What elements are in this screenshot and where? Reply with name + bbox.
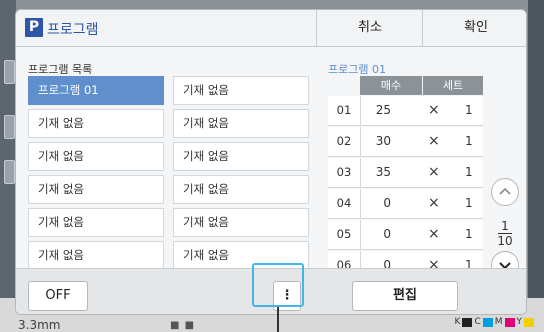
detail-row: 03 35 × 1 [328, 158, 483, 188]
ink-label-c: C [474, 317, 481, 327]
row-number: 04 [328, 189, 361, 218]
row-sets: 1 [465, 134, 473, 148]
program-item[interactable]: 기재 없음 [173, 76, 309, 105]
row-copies: 0 [383, 196, 391, 210]
row-sets: 1 [465, 103, 473, 117]
program-list-title: 프로그램 목록 [28, 63, 93, 76]
program-item[interactable]: 기재 없음 [173, 109, 309, 138]
times-icon: × [428, 195, 440, 211]
program-item[interactable]: 기재 없음 [28, 241, 164, 270]
row-copies: 30 [375, 134, 391, 148]
detail-row: 02 30 × 1 [328, 127, 483, 157]
confirm-button[interactable]: 확인 [422, 10, 526, 46]
program-item[interactable]: 기재 없음 [173, 142, 309, 171]
program-item[interactable]: 기재 없음 [173, 175, 309, 204]
program-item[interactable]: 기재 없음 [28, 142, 164, 171]
chevron-up-icon [499, 187, 511, 195]
ink-m [504, 317, 515, 327]
row-number: 02 [328, 127, 361, 156]
callout-pointer [277, 307, 279, 332]
row-copies: 25 [375, 103, 391, 117]
page-indicator: 1 10 [492, 219, 518, 248]
cancel-button[interactable]: 취소 [316, 10, 423, 46]
dialog-title: 프로그램 [47, 22, 99, 38]
times-icon: × [428, 133, 440, 149]
off-button[interactable]: OFF [28, 281, 88, 311]
detail-row: 04 0 × 1 [328, 189, 483, 219]
row-number: 05 [328, 220, 361, 249]
background-value: 3.3mm [18, 318, 61, 332]
row-sets: 1 [465, 196, 473, 210]
program-item[interactable]: 기재 없음 [28, 109, 164, 138]
times-icon: × [428, 102, 440, 118]
row-sets: 1 [465, 165, 473, 179]
row-sets: 1 [465, 227, 473, 241]
times-icon: × [428, 164, 440, 180]
ink-c [482, 317, 493, 327]
background-chip [4, 60, 15, 84]
dialog-header: P 프로그램 취소 확인 [16, 10, 526, 47]
program-item[interactable]: 프로그램 01 [28, 76, 164, 105]
sets-column-header: 세트 [423, 76, 483, 95]
background-right-panel [528, 0, 544, 300]
background-chip [4, 160, 15, 184]
program-item[interactable]: 기재 없음 [28, 208, 164, 237]
ink-level-bar: K C M Y [455, 317, 534, 327]
ink-label-y: Y [516, 317, 523, 327]
ink-y [524, 317, 534, 327]
more-options-highlight [252, 263, 304, 307]
row-copies: 35 [375, 165, 391, 179]
program-item[interactable]: 기재 없음 [173, 208, 309, 237]
row-number: 03 [328, 158, 361, 187]
detail-row: 05 0 × 1 [328, 220, 483, 250]
detail-row: 01 25 × 1 [328, 96, 483, 126]
background-chip [4, 115, 15, 139]
ink-label-m: M [494, 317, 503, 327]
scroll-up-button[interactable] [491, 178, 519, 206]
ink-label-k: K [454, 317, 461, 327]
program-detail-title: 프로그램 01 [328, 63, 386, 76]
background-dots: ■ ■ [170, 320, 196, 331]
row-number: 01 [328, 96, 361, 125]
edit-button[interactable]: 편집 [352, 281, 458, 311]
program-icon: P [25, 18, 43, 37]
ink-k [462, 317, 473, 327]
row-copies: 0 [383, 227, 391, 241]
copies-column-header: 매수 [360, 76, 422, 95]
page-current: 1 [501, 219, 509, 233]
page-total: 10 [497, 234, 513, 248]
program-item[interactable]: 기재 없음 [28, 175, 164, 204]
times-icon: × [428, 226, 440, 242]
background-left-panel [0, 0, 16, 300]
